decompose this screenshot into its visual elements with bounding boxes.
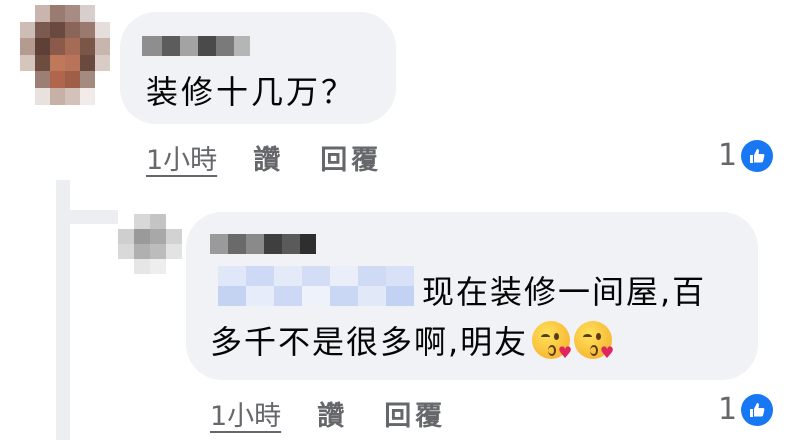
replier-name-redacted[interactable] — [210, 234, 316, 254]
kissing-heart-emoji: ♥ — [532, 321, 572, 361]
commenter-name-redacted[interactable] — [142, 36, 250, 56]
comment-text: 装修十几万？ — [146, 73, 357, 111]
reply-text-line-1: 现在装修一间屋,百 — [422, 273, 707, 311]
thread-line-horizontal — [56, 210, 118, 224]
reply-reply-button[interactable]: 回覆 — [384, 394, 446, 433]
thumbs-up-icon — [741, 139, 774, 172]
comment-thread: 装修十几万？ 1小時 讚 回覆 1 现在装修一间屋,百 多千不是很多啊,明友 ♥ ♥ — [0, 0, 800, 440]
reply-text-line-2-content: 多千不是很多啊,明友 — [210, 323, 529, 361]
avatar[interactable] — [20, 5, 110, 105]
reply-timestamp[interactable]: 1小時 — [210, 394, 281, 433]
mention-tag-redacted[interactable] — [218, 266, 414, 306]
reply-avatar[interactable] — [118, 214, 182, 274]
reaction-count-number: 1 — [718, 138, 738, 173]
like-button[interactable]: 讚 — [253, 138, 284, 177]
reply-actions: 1小時 讚 回覆 — [210, 394, 446, 433]
reply-reaction-count[interactable]: 1 — [718, 392, 774, 427]
kissing-heart-emoji: ♥ — [574, 321, 614, 361]
comment-actions: 1小時 讚 回覆 — [146, 138, 382, 177]
comment-bubble: 装修十几万？ — [120, 12, 396, 124]
reply-reaction-count-number: 1 — [718, 392, 738, 427]
thumbs-up-icon — [741, 393, 774, 426]
reply-button[interactable]: 回覆 — [320, 138, 382, 177]
reply-like-button[interactable]: 讚 — [317, 394, 348, 433]
reaction-count[interactable]: 1 — [718, 138, 774, 173]
comment-timestamp[interactable]: 1小時 — [146, 138, 217, 177]
reply-text-line-2: 多千不是很多啊,明友 ♥ ♥ — [210, 320, 614, 364]
